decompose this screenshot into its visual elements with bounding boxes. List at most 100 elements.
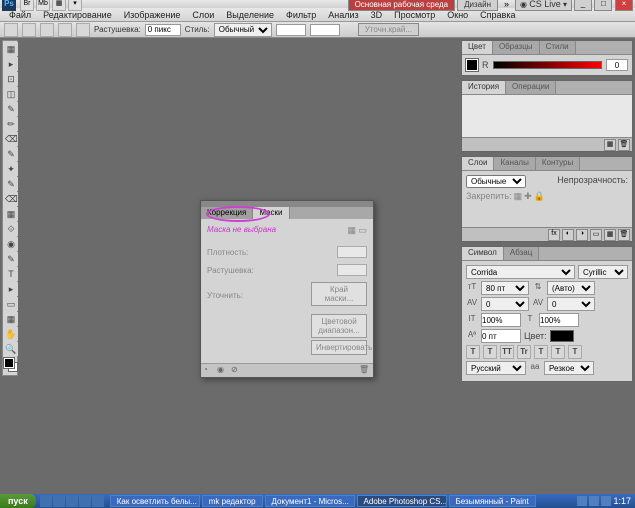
font-style-select[interactable]: Cyrillic	[578, 265, 628, 279]
menu-help[interactable]: Справка	[475, 9, 520, 21]
trash-icon[interactable]: 🗑	[618, 229, 630, 241]
wand-tool[interactable]: ◫	[4, 87, 18, 101]
density-input[interactable]	[337, 246, 367, 258]
menu-filter[interactable]: Фильтр	[281, 9, 321, 21]
brush-tool[interactable]: ✎	[4, 147, 18, 161]
font-size-select[interactable]: 80 пт	[481, 281, 529, 295]
color-range-button[interactable]: Цветовой диапазон...	[311, 314, 367, 338]
tab-color[interactable]: Цвет	[462, 41, 493, 54]
vscale-input[interactable]	[481, 313, 521, 327]
blend-mode-select[interactable]: Обычные	[466, 175, 526, 188]
ql-icon[interactable]	[79, 495, 91, 507]
heal-tool[interactable]: ⌫	[4, 132, 18, 146]
tab-masks[interactable]: Маски	[253, 207, 289, 219]
task-item[interactable]: Безымянный - Paint	[449, 495, 536, 507]
ql-icon[interactable]	[66, 495, 78, 507]
mask-edge-button[interactable]: Край маски...	[311, 282, 367, 306]
tab-actions[interactable]: Операции	[506, 81, 556, 94]
cslive-button[interactable]: ◉ CS Live ▾	[515, 0, 572, 11]
fx-icon[interactable]: fx	[548, 229, 560, 241]
marquee-tool[interactable]: ▸	[4, 57, 18, 71]
group-icon[interactable]: ▭	[590, 229, 602, 241]
pixel-mask-icon[interactable]: ▦ ▭	[347, 225, 367, 242]
task-item[interactable]: Документ1 - Micros...	[265, 495, 355, 507]
zoom-tool[interactable]: 🔍	[4, 342, 18, 356]
menu-window[interactable]: Окно	[442, 9, 473, 21]
sub-button[interactable]: T	[551, 345, 565, 359]
apply-mask-icon[interactable]: ◉	[217, 365, 229, 377]
load-sel-icon[interactable]: ◔	[203, 365, 215, 377]
mask-icon[interactable]: ◐	[562, 229, 574, 241]
ql-icon[interactable]	[92, 495, 104, 507]
selmode-new-icon[interactable]	[22, 23, 36, 37]
menu-analysis[interactable]: Анализ	[323, 9, 363, 21]
menu-layers[interactable]: Слои	[187, 9, 219, 21]
tab-channels[interactable]: Каналы	[494, 157, 535, 170]
feather-input[interactable]	[337, 264, 367, 276]
adj-icon[interactable]: ◑	[576, 229, 588, 241]
leading-select[interactable]: (Авто)	[547, 281, 595, 295]
blur-tool[interactable]: ⟐	[4, 222, 18, 236]
hand-tool[interactable]: ✋	[4, 327, 18, 341]
width-input[interactable]	[276, 24, 306, 36]
smallcaps-button[interactable]: Tr	[517, 345, 531, 359]
clock[interactable]: 1:17	[613, 496, 631, 506]
lasso-tool[interactable]: ⊡	[4, 72, 18, 86]
gradient-tool[interactable]: ▦	[4, 207, 18, 221]
menu-select[interactable]: Выделение	[221, 9, 279, 21]
color-slider-bar[interactable]	[493, 61, 603, 69]
refine-edge-button[interactable]: Уточн.край...	[358, 23, 419, 36]
tray-icon[interactable]	[589, 496, 599, 506]
selmode-int-icon[interactable]	[76, 23, 90, 37]
task-item[interactable]: mk редактор	[202, 495, 263, 507]
minimize-button[interactable]: _	[574, 0, 592, 11]
font-family-select[interactable]: Corrida	[466, 265, 575, 279]
task-item[interactable]: Как осветлить белы...	[110, 495, 200, 507]
current-tool-icon[interactable]	[4, 23, 18, 37]
italic-button[interactable]: T	[483, 345, 497, 359]
tray-icon[interactable]	[577, 496, 587, 506]
hist-new-icon[interactable]: ▦	[604, 139, 616, 151]
menu-3d[interactable]: 3D	[366, 9, 388, 21]
bold-button[interactable]: T	[466, 345, 480, 359]
feather-input[interactable]	[145, 24, 181, 36]
tracking-select[interactable]: 0	[547, 297, 595, 311]
pen-tool[interactable]: ✎	[4, 252, 18, 266]
lang-select[interactable]: Русский	[466, 361, 526, 375]
hscale-input[interactable]	[539, 313, 579, 327]
dodge-tool[interactable]: ◉	[4, 237, 18, 251]
height-input[interactable]	[310, 24, 340, 36]
strike-button[interactable]: T	[568, 345, 582, 359]
eraser-tool[interactable]: ⌫	[4, 192, 18, 206]
fg-color[interactable]	[4, 358, 14, 368]
baseline-input[interactable]	[481, 329, 521, 343]
menu-image[interactable]: Изображение	[119, 9, 186, 21]
stamp-tool[interactable]: ✦	[4, 162, 18, 176]
lock-pos-icon[interactable]: ✚	[524, 191, 532, 202]
kerning-select[interactable]: 0	[481, 297, 529, 311]
menu-view[interactable]: Просмотр	[389, 9, 440, 21]
shape-tool[interactable]: ▭	[4, 297, 18, 311]
ql-icon[interactable]	[40, 495, 52, 507]
tab-paths[interactable]: Контуры	[536, 157, 580, 170]
tray-icon[interactable]	[601, 496, 611, 506]
start-button[interactable]: пуск	[0, 494, 36, 508]
menu-edit[interactable]: Редактирование	[38, 9, 117, 21]
text-color-swatch[interactable]	[550, 330, 574, 342]
invert-button[interactable]: Инвертировать	[311, 340, 367, 355]
tab-layers[interactable]: Слои	[462, 157, 494, 170]
tab-swatches[interactable]: Образцы	[493, 41, 540, 54]
selmode-add-icon[interactable]	[40, 23, 54, 37]
aa-select[interactable]: Резкое	[544, 361, 594, 375]
history-brush-tool[interactable]: ✎	[4, 177, 18, 191]
crop-tool[interactable]: ✎	[4, 102, 18, 116]
color-value-input[interactable]	[606, 59, 628, 71]
3d-tool[interactable]: ▦	[4, 312, 18, 326]
trash-icon[interactable]: 🗑	[359, 365, 371, 377]
tab-paragraph[interactable]: Абзац	[504, 247, 539, 260]
tab-styles[interactable]: Стили	[540, 41, 576, 54]
type-tool[interactable]: T	[4, 267, 18, 281]
path-tool[interactable]: ▸	[4, 282, 18, 296]
move-tool[interactable]: ▦	[4, 42, 18, 56]
maximize-button[interactable]: □	[594, 0, 612, 11]
